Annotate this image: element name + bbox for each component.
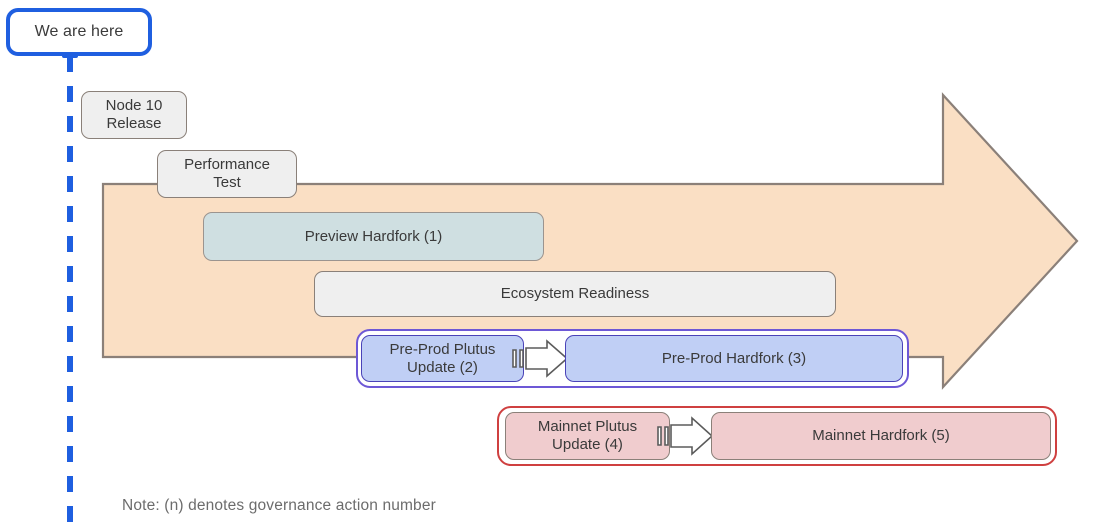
- milestone-node-10-release[interactable]: Node 10 Release: [81, 91, 187, 139]
- milestone-label: Pre-Prod Plutus Update (2): [389, 340, 496, 376]
- now-line: [67, 56, 73, 522]
- milestone-pre-prod-plutus-update[interactable]: Pre-Prod Plutus Update (2): [361, 335, 524, 382]
- milestone-ecosystem-readiness[interactable]: Ecosystem Readiness: [314, 271, 836, 317]
- milestone-label: Pre-Prod Hardfork (3): [661, 349, 807, 367]
- milestone-label: Node 10 Release: [105, 97, 163, 132]
- footnote: Note: (n) denotes governance action numb…: [122, 497, 436, 514]
- connector-arrow-pre-prod-icon: [511, 339, 569, 378]
- we-are-here-callout: We are here: [6, 8, 152, 56]
- milestone-label: Mainnet Hardfork (5): [812, 427, 950, 445]
- milestone-preview-hardfork[interactable]: Preview Hardfork (1): [203, 212, 544, 261]
- milestone-label: Preview Hardfork (1): [304, 227, 443, 245]
- milestone-mainnet-hardfork[interactable]: Mainnet Hardfork (5): [711, 412, 1051, 460]
- milestone-performance-test[interactable]: Performance Test: [157, 150, 297, 198]
- milestone-label: Ecosystem Readiness: [500, 285, 650, 303]
- roadmap-diagram: We are here Node 10 Release Performance …: [0, 0, 1120, 526]
- milestone-mainnet-plutus-update[interactable]: Mainnet Plutus Update (4): [505, 412, 670, 460]
- milestone-label: Performance Test: [184, 156, 270, 191]
- milestone-pre-prod-hardfork[interactable]: Pre-Prod Hardfork (3): [565, 335, 903, 382]
- milestone-label: Mainnet Plutus Update (4): [537, 418, 638, 453]
- we-are-here-label: We are here: [34, 23, 124, 40]
- connector-arrow-mainnet-icon: [656, 416, 714, 456]
